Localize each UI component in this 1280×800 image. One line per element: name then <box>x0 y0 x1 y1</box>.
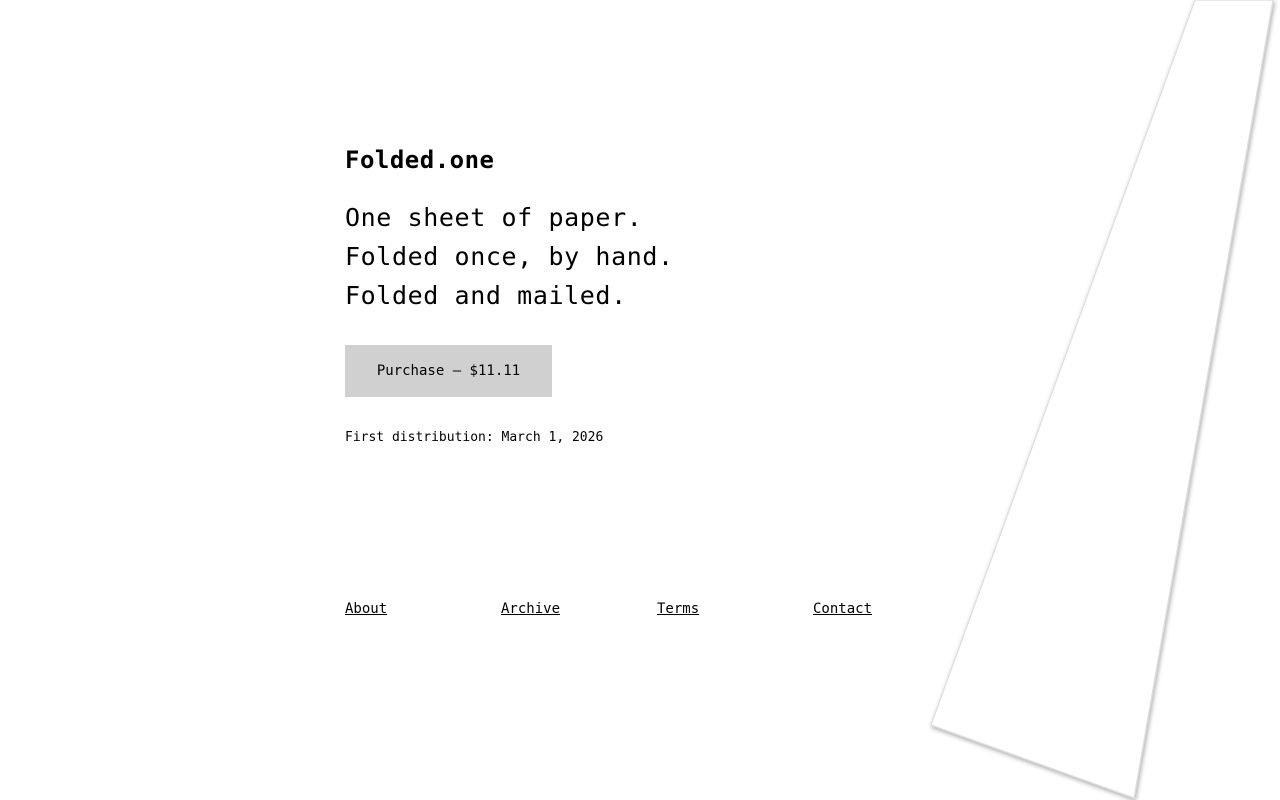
page: Folded.one One sheet of paper. Folded on… <box>0 0 1280 800</box>
tagline: One sheet of paper. Folded once, by hand… <box>345 198 674 315</box>
hero: Folded.one One sheet of paper. Folded on… <box>345 140 674 445</box>
footer-link-archive[interactable]: Archive <box>501 601 560 617</box>
footer-link-contact[interactable]: Contact <box>813 601 872 617</box>
footer-link-about[interactable]: About <box>345 601 387 617</box>
tagline-line-3: Folded and mailed. <box>345 281 627 310</box>
distribution-date: First distribution: March 1, 2026 <box>345 430 604 445</box>
site-title: Folded.one <box>345 146 495 174</box>
tagline-line-1: One sheet of paper. <box>345 203 643 232</box>
paper-sheet-shape <box>930 0 1274 799</box>
footer-nav: About Archive Terms Contact <box>345 601 905 621</box>
tagline-line-2: Folded once, by hand. <box>345 242 674 271</box>
footer-link-terms[interactable]: Terms <box>657 601 699 617</box>
purchase-button[interactable]: Purchase — $11.11 <box>345 345 552 397</box>
